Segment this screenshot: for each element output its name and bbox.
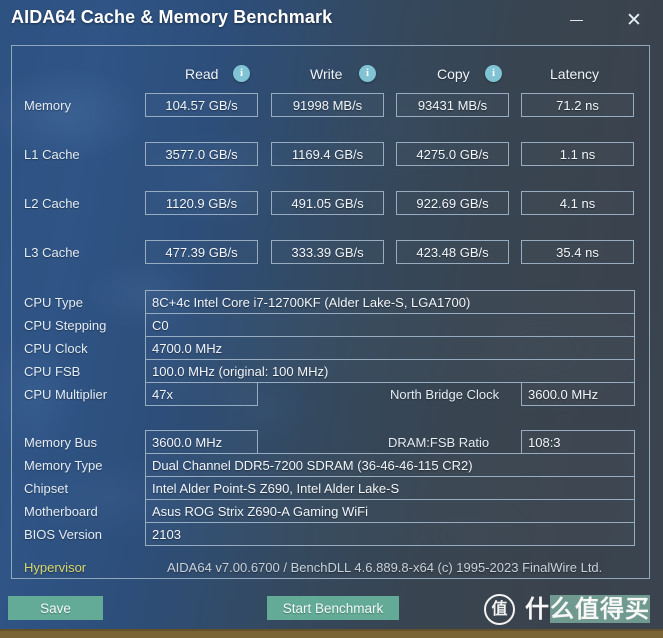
memory-bus-value: 3600.0 MHz (145, 430, 258, 454)
memory-copy-value: 93431 MB/s (396, 93, 509, 117)
watermark-text-plain: 什 (525, 595, 550, 623)
l3-write-value: 333.39 GB/s (271, 240, 384, 264)
cpu-fsb-label: CPU FSB (24, 364, 80, 379)
aida64-window: AIDA64 Cache & Memory Benchmark ✕ Read i… (0, 0, 663, 638)
memory-bus-label: Memory Bus (24, 435, 97, 450)
cpu-stepping-value: C0 (145, 313, 635, 337)
cpu-multiplier-label: CPU Multiplier (24, 387, 107, 402)
l1-latency-value: 1.1 ns (521, 142, 634, 166)
column-header-read: Read (185, 66, 218, 82)
close-icon: ✕ (626, 11, 642, 30)
dram-fsb-ratio-value: 108:3 (521, 430, 635, 454)
motherboard-label: Motherboard (24, 504, 98, 519)
dram-fsb-ratio-label: DRAM:FSB Ratio (388, 435, 489, 450)
memory-type-label: Memory Type (24, 458, 103, 473)
row-label-l2-cache: L2 Cache (24, 196, 80, 211)
cpu-clock-label: CPU Clock (24, 341, 88, 356)
l3-read-value: 477.39 GB/s (145, 240, 258, 264)
cpu-type-label: CPU Type (24, 295, 83, 310)
l1-read-value: 3577.0 GB/s (145, 142, 258, 166)
hypervisor-label: Hypervisor (24, 560, 86, 575)
cpu-stepping-label: CPU Stepping (24, 318, 106, 333)
cpu-multiplier-value: 47x (145, 382, 258, 406)
minimize-button[interactable] (553, 0, 599, 40)
bottom-strip-shade (0, 629, 663, 631)
read-info-icon[interactable]: i (233, 65, 250, 82)
l2-copy-value: 922.69 GB/s (396, 191, 509, 215)
chipset-label: Chipset (24, 481, 68, 496)
row-label-l1-cache: L1 Cache (24, 147, 80, 162)
bios-version-label: BIOS Version (24, 527, 102, 542)
close-button[interactable]: ✕ (611, 0, 657, 40)
start-benchmark-button[interactable]: Start Benchmark (267, 596, 399, 620)
memory-read-value: 104.57 GB/s (145, 93, 258, 117)
window-title: AIDA64 Cache & Memory Benchmark (11, 7, 332, 28)
title-bar: AIDA64 Cache & Memory Benchmark ✕ (0, 0, 663, 40)
bios-version-value: 2103 (145, 522, 635, 546)
motherboard-value: Asus ROG Strix Z690-A Gaming WiFi (145, 499, 635, 523)
memory-write-value: 91998 MB/s (271, 93, 384, 117)
column-header-latency: Latency (550, 66, 599, 82)
row-label-memory: Memory (24, 98, 71, 113)
row-label-l3-cache: L3 Cache (24, 245, 80, 260)
cpu-type-value: 8C+4c Intel Core i7-12700KF (Alder Lake-… (145, 290, 635, 314)
copy-info-icon[interactable]: i (485, 65, 502, 82)
memory-type-value: Dual Channel DDR5-7200 SDRAM (36-46-46-1… (145, 453, 635, 477)
l3-latency-value: 35.4 ns (521, 240, 634, 264)
memory-latency-value: 71.2 ns (521, 93, 634, 117)
l2-latency-value: 4.1 ns (521, 191, 634, 215)
l3-copy-value: 423.48 GB/s (396, 240, 509, 264)
l2-write-value: 491.05 GB/s (271, 191, 384, 215)
north-bridge-clock-value: 3600.0 MHz (521, 382, 635, 406)
watermark-text-highlight: 么值得买 (550, 595, 650, 623)
north-bridge-clock-label: North Bridge Clock (390, 387, 499, 402)
l2-read-value: 1120.9 GB/s (145, 191, 258, 215)
version-text: AIDA64 v7.00.6700 / BenchDLL 4.6.889.8-x… (167, 560, 602, 575)
save-button[interactable]: Save (8, 596, 103, 620)
column-header-write: Write (310, 66, 342, 82)
watermark: 值 什么值得买 (484, 593, 652, 625)
watermark-badge-icon: 值 (484, 594, 515, 625)
minimize-icon (570, 20, 583, 21)
write-info-icon[interactable]: i (359, 65, 376, 82)
cpu-clock-value: 4700.0 MHz (145, 336, 635, 360)
chipset-value: Intel Alder Point-S Z690, Intel Alder La… (145, 476, 635, 500)
column-header-copy: Copy (437, 66, 470, 82)
l1-copy-value: 4275.0 GB/s (396, 142, 509, 166)
watermark-text: 什么值得买 (523, 596, 652, 622)
cpu-fsb-value: 100.0 MHz (original: 100 MHz) (145, 359, 635, 383)
l1-write-value: 1169.4 GB/s (271, 142, 384, 166)
bottom-strip (0, 629, 663, 638)
